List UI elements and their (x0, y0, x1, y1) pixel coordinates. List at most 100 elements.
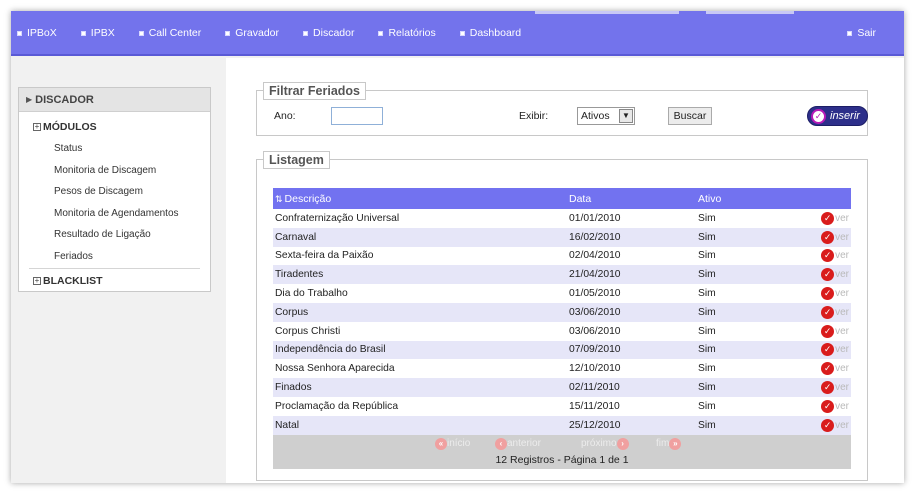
cell-date: 25/12/2010 (569, 419, 621, 431)
cell-date: 02/11/2010 (569, 382, 620, 394)
search-button[interactable]: Buscar (668, 107, 712, 125)
cell-active: Sim (698, 288, 716, 300)
nav-item-ipbox[interactable]: IPBoX (17, 27, 57, 39)
sidebar-group-blacklist[interactable]: + BLACKLIST (19, 269, 210, 293)
cell-actions: ✓ ver (798, 287, 851, 301)
cell-description: Confraternização Universal (275, 212, 400, 224)
cell-actions: ✓ ver (798, 211, 851, 225)
nav-item-relatorios[interactable]: Relatórios (378, 27, 436, 39)
sidebar-header[interactable]: ▶ DISCADOR (19, 88, 210, 112)
nav-item-gravador[interactable]: Gravador (225, 27, 279, 39)
cell-active: Sim (698, 419, 716, 431)
insert-button[interactable]: ✓ inserir (807, 106, 868, 126)
view-button[interactable]: ✓ ver (821, 381, 849, 395)
pager-prev[interactable]: ‹ anterior (495, 437, 541, 450)
cell-date: 16/02/2010 (569, 231, 621, 243)
listing-legend: Listagem (263, 151, 330, 169)
view-button[interactable]: ✓ ver (821, 399, 849, 413)
listing-panel: Listagem ⇅ Descrição Data Ativo Confrater… (256, 151, 868, 481)
view-button[interactable]: ✓ ver (821, 324, 849, 338)
check-icon: ✓ (821, 230, 835, 244)
cell-actions: ✓ ver (798, 381, 851, 395)
sidebar-item-feriados[interactable]: Feriados (19, 246, 210, 268)
triangle-right-icon: ▶ (26, 95, 33, 104)
main-menu: IPBoX IPBX Call Center Gravador Discador… (17, 27, 545, 39)
cell-date: 07/09/2010 (569, 344, 621, 356)
view-button[interactable]: ✓ ver (821, 343, 849, 357)
cell-actions: ✓ ver (798, 305, 851, 319)
table-row: Corpus 03/06/2010 Sim ✓ ver (273, 302, 851, 322)
sidebar-item-resultado-ligacao[interactable]: Resultado de Ligação (19, 224, 210, 246)
pager-status: 12 Registros - Página 1 de 1 (495, 453, 629, 466)
column-active[interactable]: Ativo (698, 193, 798, 205)
bullet-icon (847, 30, 853, 36)
table-row: Proclamação da República 15/11/2010 Sim ✓ ve… (273, 397, 851, 416)
view-button[interactable]: ✓ ver (821, 211, 849, 225)
cell-actions: ✓ ver (798, 343, 851, 357)
cell-active: Sim (698, 382, 716, 394)
bullet-icon (225, 30, 231, 36)
chevron-right-icon: › (616, 437, 629, 450)
pager-last[interactable]: fim» (656, 437, 682, 450)
cell-active: Sim (698, 400, 716, 412)
cell-active: Sim (698, 231, 716, 243)
table-row: Independência do Brasil 07/09/2010 Sim ✓ ver (273, 340, 851, 360)
cell-description: Finados (275, 382, 312, 394)
cell-actions: ✓ ver (798, 399, 851, 413)
view-button[interactable]: ✓ ver (821, 268, 849, 282)
pager: «início ‹ anterior próximo › fim» 12 Regis… (273, 434, 851, 469)
sidebar-item-monitoria-agendamentos[interactable]: Monitoria de Agendamentos (19, 203, 210, 225)
sidebar-item-status[interactable]: Status (19, 138, 210, 160)
column-description[interactable]: ⇅ Descrição (273, 193, 569, 205)
sidebar-group-modulos[interactable]: + MÓDULOS (19, 116, 210, 138)
table-row: Natal 25/12/2010 Sim ✓ ver (273, 415, 851, 435)
cell-actions: ✓ ver (798, 324, 851, 338)
cell-active: Sim (698, 212, 716, 224)
check-icon: ✓ (821, 305, 835, 319)
bullet-icon (138, 30, 144, 36)
cell-actions: ✓ ver (798, 362, 851, 376)
view-button[interactable]: ✓ ver (821, 249, 849, 263)
cell-actions: ✓ ver (798, 418, 851, 432)
show-select[interactable]: Ativos ▼ (577, 107, 635, 125)
view-button[interactable]: ✓ ver (821, 230, 849, 244)
nav-item-call-center[interactable]: Call Center (138, 27, 201, 39)
logout-link[interactable]: Sair (847, 27, 876, 39)
table-row: Carnaval 16/02/2010 Sim ✓ ver (273, 227, 851, 247)
sidebar-item-pesos-discagem[interactable]: Pesos de Discagem (19, 181, 210, 203)
chevron-left-icon: ‹ (495, 437, 507, 450)
table-row: Confraternização Universal 01/01/2010 Sim ✓… (273, 209, 851, 228)
nav-item-dashboard[interactable]: Dashboard (459, 27, 521, 39)
check-icon: ✓ (821, 399, 835, 413)
view-button[interactable]: ✓ ver (821, 362, 849, 376)
view-button[interactable]: ✓ ver (821, 305, 849, 319)
check-icon: ✓ (821, 362, 835, 376)
bullet-icon (17, 30, 22, 36)
column-date[interactable]: Data (569, 193, 698, 205)
nav-item-ipbx[interactable]: IPBX (80, 27, 115, 39)
year-label: Ano: (274, 110, 296, 122)
pager-next[interactable]: próximo › (581, 437, 629, 450)
bullet-icon (80, 30, 86, 36)
pager-first[interactable]: «início (435, 437, 470, 450)
filter-panel: Filtrar Feriados Ano: Exibir: Ativos ▼ B… (256, 82, 868, 136)
nav-item-discador[interactable]: Discador (303, 27, 354, 39)
cell-active: Sim (698, 306, 716, 318)
cell-actions: ✓ ver (798, 249, 851, 263)
expand-icon: + (33, 276, 41, 285)
cell-date: 01/05/2010 (569, 288, 621, 300)
view-button[interactable]: ✓ ver (821, 418, 849, 432)
view-button[interactable]: ✓ ver (821, 287, 849, 301)
year-input[interactable] (331, 107, 383, 125)
cell-active: Sim (698, 269, 716, 281)
sidebar-item-monitoria-discagem[interactable]: Monitoria de Discagem (19, 160, 210, 182)
bullet-icon (303, 30, 309, 36)
check-icon: ✓ (821, 268, 835, 282)
bullet-icon (378, 30, 384, 36)
cell-date: 02/04/2010 (569, 250, 621, 262)
check-icon: ✓ (821, 287, 835, 301)
table-body: Confraternização Universal 01/01/2010 Sim ✓… (273, 209, 851, 435)
check-icon: ✓ (821, 381, 835, 395)
table-row: Nossa Senhora Aparecida 12/10/2010 Sim ✓ ver (273, 359, 851, 378)
table-header: ⇅ Descrição Data Ativo (273, 188, 851, 209)
